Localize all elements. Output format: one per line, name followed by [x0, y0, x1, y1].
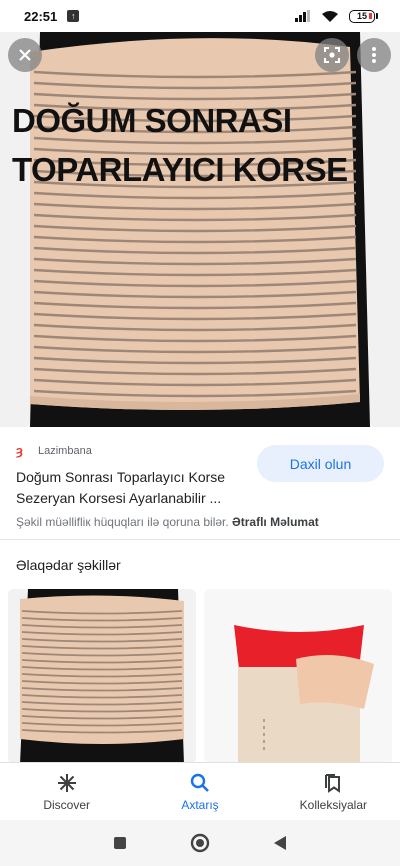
nav-discover-label: Discover — [43, 797, 90, 812]
result-info: ȝ Lazimbana Doğum Sonrası Toparlayıcı Ko… — [0, 427, 400, 540]
corset-image — [30, 32, 370, 427]
related-image-1[interactable] — [8, 589, 196, 764]
related-images-heading: Əlaqədar şəkillər — [16, 557, 121, 573]
image-caption-line2: TOPARLAYICI KORSE — [12, 151, 348, 188]
result-title[interactable]: Doğum Sonrası Toparlayıcı Korse Sezeryan… — [16, 467, 252, 509]
source-name: Lazimbana — [38, 445, 92, 457]
back-triangle-icon — [274, 836, 286, 850]
bookmarks-icon — [322, 772, 344, 794]
more-info-link[interactable]: Ətraflı Məlumat — [232, 515, 319, 529]
circle-icon — [190, 833, 210, 853]
bottom-navigation: Discover Axtarış Kolleksiyalar — [0, 762, 400, 820]
corset-thumbnail-1 — [8, 589, 196, 764]
preview-image[interactable]: DOĞUM SONRASI TOPARLAYICI KORSE — [0, 32, 400, 427]
search-icon — [189, 772, 211, 794]
lazimbana-logo-icon: ȝ — [16, 443, 23, 458]
more-vert-icon — [372, 47, 376, 63]
visit-button[interactable]: Daxil olun — [257, 445, 384, 482]
wifi-icon — [322, 10, 338, 22]
copyright-notice: Şəkil müəllifliк hüquqları ilə qoruna bi… — [16, 515, 319, 529]
back-button[interactable] — [270, 833, 290, 853]
nav-collections[interactable]: Kolleksiyalar — [267, 763, 400, 820]
nav-search[interactable]: Axtarış — [133, 763, 266, 820]
close-button[interactable] — [8, 38, 42, 72]
more-options-button[interactable] — [357, 38, 391, 72]
close-icon — [19, 49, 31, 61]
system-navigation — [0, 820, 400, 866]
battery-icon: 15 — [349, 9, 378, 23]
nav-discover[interactable]: Discover — [0, 763, 133, 820]
image-caption-line1: DOĞUM SONRASI — [12, 102, 292, 139]
copyright-text: Şəkil müəllifliк hüquqları ilə qoruna bi… — [16, 515, 229, 529]
source-row[interactable]: ȝ Lazimbana — [16, 444, 92, 458]
nav-search-label: Axtarış — [181, 797, 219, 812]
notification-icon: ↑ — [67, 10, 80, 22]
lens-button[interactable] — [315, 38, 349, 72]
status-bar: 22:51 ↑ 15 — [0, 0, 400, 32]
asterisk-icon — [56, 772, 78, 794]
home-button[interactable] — [190, 833, 210, 853]
status-time: 22:51 — [24, 8, 58, 24]
related-image-2[interactable] — [204, 589, 392, 764]
corset-thumbnail-2 — [204, 589, 392, 764]
signal-icon — [295, 10, 310, 22]
nav-collections-label: Kolleksiyalar — [299, 797, 367, 812]
lens-icon — [324, 47, 340, 63]
square-icon — [114, 837, 126, 849]
recents-button[interactable] — [110, 833, 130, 853]
